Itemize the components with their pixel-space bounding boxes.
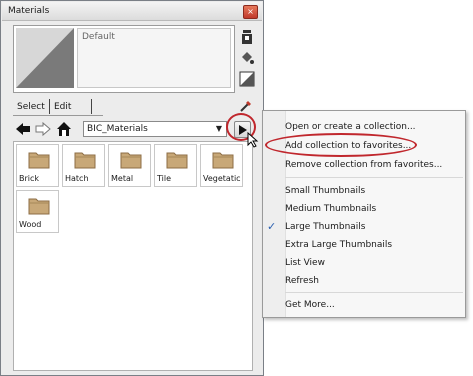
folder-icon	[166, 152, 188, 169]
menu-separator	[285, 177, 463, 178]
collection-nav: BIC_Materials ▼	[13, 119, 259, 139]
menu-item-large-thumbnails[interactable]: Large Thumbnails	[285, 219, 365, 235]
menu-item-remove-favorites[interactable]: Remove collection from favorites...	[285, 157, 442, 173]
material-label: Wood	[19, 220, 42, 229]
paint-bucket-icon[interactable]	[239, 50, 255, 66]
material-thumb-metal[interactable]: Metal	[108, 144, 151, 187]
material-label: Hatch	[65, 174, 89, 183]
menu-item-small-thumbnails[interactable]: Small Thumbnails	[285, 183, 365, 199]
tab-edit[interactable]: Edit	[50, 100, 75, 114]
tab-divider	[91, 99, 92, 114]
material-thumb-tile[interactable]: Tile	[154, 144, 197, 187]
material-label: Vegetatic	[203, 174, 241, 183]
menu-item-medium-thumbnails[interactable]: Medium Thumbnails	[285, 201, 376, 217]
window-title: Materials	[8, 6, 50, 16]
material-label: Metal	[111, 174, 134, 183]
folder-icon	[212, 152, 234, 169]
close-button[interactable]: ×	[243, 5, 258, 19]
tab-select[interactable]: Select	[13, 100, 49, 114]
checkmark-icon: ✓	[267, 220, 277, 233]
collection-dropdown[interactable]: BIC_Materials ▼	[83, 121, 227, 137]
menu-item-extra-large-thumbnails[interactable]: Extra Large Thumbnails	[285, 237, 392, 253]
material-preview: Default	[13, 25, 235, 93]
tab-underline	[13, 115, 103, 116]
material-thumb-hatch[interactable]: Hatch	[62, 144, 105, 187]
forward-arrow-icon[interactable]	[35, 121, 51, 137]
folder-icon	[74, 152, 96, 169]
menu-item-refresh[interactable]: Refresh	[285, 273, 319, 289]
tabs: Select Edit	[13, 98, 257, 116]
material-thumb-brick[interactable]: Brick	[16, 144, 59, 187]
eyedropper-icon[interactable]	[238, 98, 254, 114]
materials-panel: Materials × Default Select Edit BIC_Mate…	[0, 0, 264, 376]
menu-item-list-view[interactable]: List View	[285, 255, 325, 271]
material-swatch	[16, 28, 74, 88]
material-label: Brick	[19, 174, 40, 183]
material-label: Tile	[157, 174, 172, 183]
annotation-oval	[265, 133, 417, 157]
folder-icon	[28, 152, 50, 169]
folder-icon	[28, 198, 50, 215]
material-name-field[interactable]: Default	[77, 28, 231, 88]
chevron-down-icon[interactable]: ▼	[213, 123, 225, 135]
folder-icon	[120, 152, 142, 169]
materials-grid: Brick Hatch Metal Tile Vegetatic Wood	[13, 141, 253, 371]
back-arrow-icon[interactable]	[15, 121, 31, 137]
menu-item-get-more[interactable]: Get More...	[285, 297, 335, 313]
material-thumb-wood[interactable]: Wood	[16, 190, 59, 233]
default-swatch-icon[interactable]	[239, 71, 255, 87]
create-material-icon[interactable]	[239, 29, 255, 45]
material-thumb-vegetation[interactable]: Vegetatic	[200, 144, 243, 187]
menu-separator	[285, 292, 463, 293]
home-icon[interactable]	[56, 121, 72, 137]
title-bar: Materials ×	[2, 2, 262, 21]
collection-value: BIC_Materials	[87, 124, 148, 134]
mouse-cursor-icon	[247, 132, 259, 148]
